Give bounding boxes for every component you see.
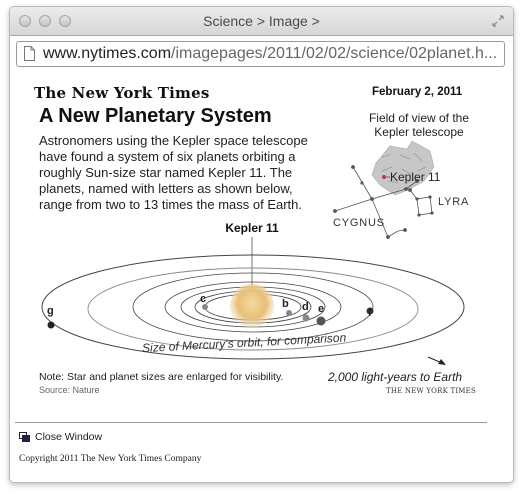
window-icon xyxy=(19,432,30,442)
source-text: Source: Nature xyxy=(39,385,100,395)
lyra-constellation xyxy=(408,188,434,217)
url-host: www.nytimes.com xyxy=(43,45,172,62)
planet-b xyxy=(286,310,292,316)
mercury-orbit-label: Size of Mercury's orbit, for comparison xyxy=(142,330,347,355)
kepler-field-patch xyxy=(371,140,435,196)
distance-label: 2,000 light-years to Earth xyxy=(328,370,463,384)
arrow-to-earth-icon xyxy=(427,356,446,365)
planet-label-g: g xyxy=(47,305,54,317)
address-bar[interactable]: www.nytimes.com/imagepages/2011/02/02/sc… xyxy=(16,41,505,67)
planet-g xyxy=(47,321,55,329)
divider xyxy=(15,422,487,423)
planet-d xyxy=(302,314,310,322)
kepler-11-marker xyxy=(382,175,386,179)
copyright: Copyright 2011 The New York Times Compan… xyxy=(19,454,202,464)
planet-label-c: c xyxy=(200,293,206,305)
close-window-link[interactable]: Close Window xyxy=(19,431,102,443)
url-path: /imagepages/2011/02/02/science/02planet.… xyxy=(171,45,498,62)
planet-e xyxy=(316,316,326,326)
cygnus-label: CYGNUS xyxy=(333,217,385,229)
page-icon xyxy=(24,46,35,61)
planet-label-e: e xyxy=(318,303,324,315)
note-text: Note: Star and planet sizes are enlarged… xyxy=(39,371,284,383)
lyra-label: LYRA xyxy=(438,196,469,208)
resize-icon[interactable] xyxy=(491,14,505,28)
close-window-label[interactable]: Close Window xyxy=(35,431,102,443)
url-text[interactable]: www.nytimes.com/imagepages/2011/02/02/sc… xyxy=(43,45,501,63)
planet-label-f: f xyxy=(368,307,372,319)
planet-label-b: b xyxy=(282,298,289,310)
planet-label-d: d xyxy=(302,301,309,313)
page-content: The New York Times February 2, 2011 A Ne… xyxy=(10,71,513,482)
browser-window: Science > Image > www.nytimes.com/imagep… xyxy=(9,6,514,483)
star-label: Kepler 11 xyxy=(225,221,279,235)
title-bar: Science > Image > xyxy=(10,7,513,36)
planetary-system-graphic: Kepler 11 CYGNUS LYRA Kepler 11 c b d e … xyxy=(41,140,469,365)
kepler-11-inset-label: Kepler 11 xyxy=(390,170,441,184)
nyt-credit: THE NEW YORK TIMES xyxy=(386,387,476,395)
kepler-11-star xyxy=(230,284,274,328)
window-title: Science > Image > xyxy=(203,13,320,29)
